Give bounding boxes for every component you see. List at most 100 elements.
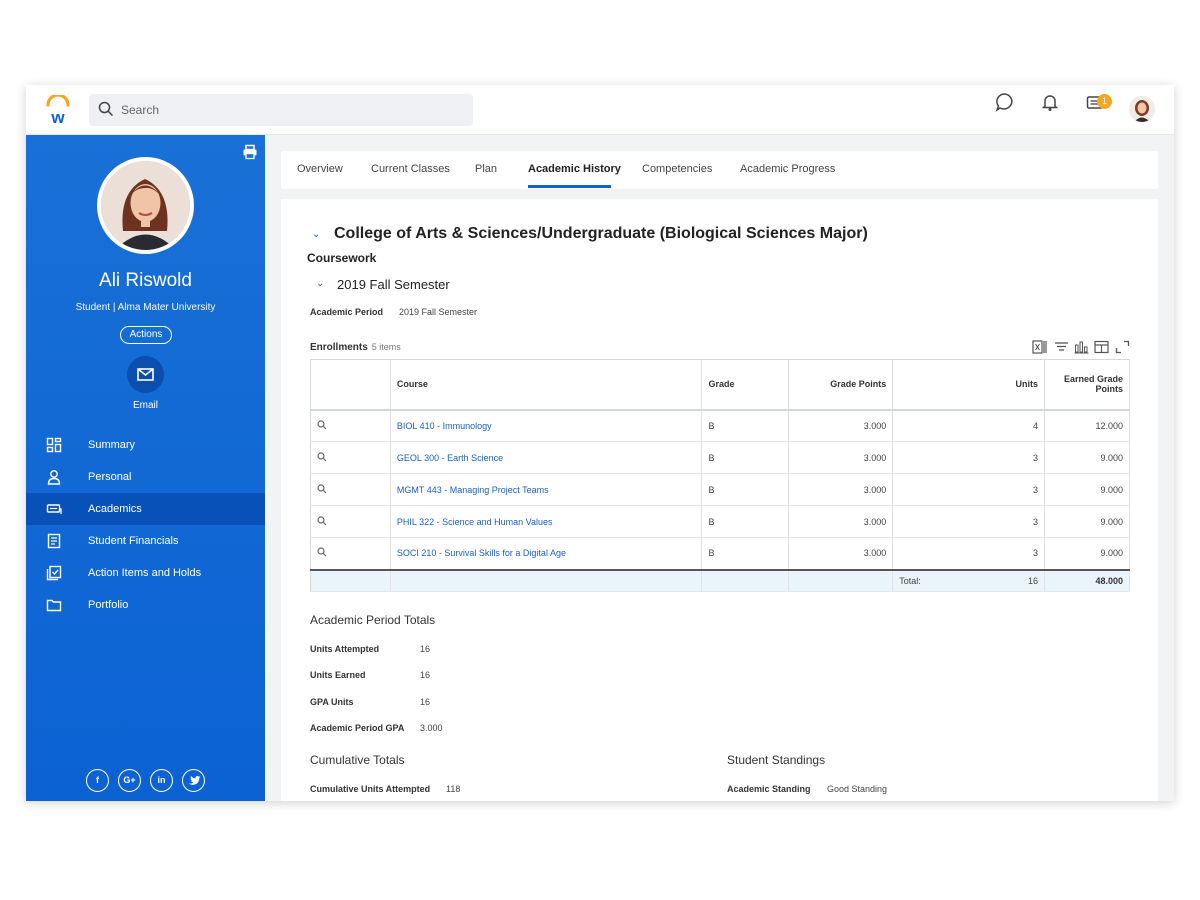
- empty-cell: [390, 568, 703, 592]
- grade-points-cell: 3.000: [788, 473, 894, 506]
- magnifier-icon[interactable]: [317, 547, 327, 557]
- chevron-down-icon[interactable]: ⌄: [316, 278, 324, 289]
- actions-button[interactable]: Actions: [120, 326, 172, 344]
- academic-standing-label: Academic Standing: [727, 784, 811, 794]
- sidebar-item-label: Summary: [88, 439, 136, 451]
- sidebar-item-label: Academics: [88, 503, 142, 515]
- course-link[interactable]: MGMT 443 - Managing Project Teams: [390, 473, 703, 506]
- print-icon[interactable]: [242, 144, 258, 160]
- units-cell: 3: [892, 537, 1046, 570]
- tab-current-classes[interactable]: Current Classes: [371, 163, 450, 175]
- facebook-icon[interactable]: f: [86, 769, 109, 792]
- tab-bar: Overview Current Classes Plan Academic H…: [281, 151, 1158, 189]
- academic-history-panel: ⌄ College of Arts & Sciences/Undergradua…: [281, 199, 1158, 801]
- cumulative-units-label: Cumulative Units Attempted: [310, 784, 431, 794]
- profile-sidebar: Ali Riswold Student | Alma Mater Univers…: [26, 135, 265, 801]
- earned-grade-points-cell: 9.000: [1044, 473, 1130, 506]
- magnifier-icon[interactable]: [317, 515, 327, 526]
- student-standings-heading: Student Standings: [727, 753, 826, 767]
- units-cell: 3: [892, 441, 1046, 474]
- user-avatar[interactable]: [1129, 96, 1155, 122]
- sidebar-item-summary[interactable]: Summary: [26, 429, 265, 461]
- tab-academic-progress[interactable]: Academic Progress: [740, 163, 835, 175]
- academic-period-label: Academic Period: [310, 307, 384, 317]
- app-window: w Search 1 Ali Riswold Student | Alma Ma…: [26, 85, 1174, 801]
- table-row: BIOL 410 - Immunology B 3.000 4 12.000: [310, 409, 1130, 442]
- grade-points-cell: 3.000: [788, 409, 894, 442]
- course-link[interactable]: PHIL 322 - Science and Human Values: [390, 505, 703, 538]
- sidebar-item-label: Portfolio: [88, 599, 129, 611]
- column-header-earned-grade-points[interactable]: Earned Grade Points: [1044, 359, 1130, 411]
- svg-text:w: w: [50, 108, 65, 125]
- sidebar-item-student-financials[interactable]: Student Financials: [26, 525, 265, 557]
- course-link[interactable]: BIOL 410 - Immunology: [390, 409, 703, 442]
- earned-grade-points-cell: 9.000: [1044, 505, 1130, 538]
- chat-icon[interactable]: [994, 91, 1016, 113]
- tab-academic-history[interactable]: Academic History: [528, 163, 621, 175]
- filter-icon[interactable]: [1054, 340, 1069, 354]
- sidebar-item-portfolio[interactable]: Portfolio: [26, 589, 265, 621]
- tab-plan[interactable]: Plan: [475, 163, 497, 175]
- column-header-grade-points[interactable]: Grade Points: [788, 359, 894, 411]
- top-bar: w Search 1: [26, 85, 1174, 135]
- units-cell: 3: [892, 505, 1046, 538]
- student-name: Ali Riswold: [99, 270, 192, 291]
- email-button[interactable]: [127, 356, 164, 393]
- sidebar-item-label: Action Items and Holds: [88, 567, 202, 579]
- table-row: GEOL 300 - Earth Science B 3.000 3 9.000: [310, 441, 1130, 474]
- column-header-course[interactable]: Course: [390, 359, 703, 411]
- expand-icon[interactable]: [1115, 340, 1130, 354]
- dashboard-icon: [46, 437, 62, 453]
- column-header-grade[interactable]: Grade: [701, 359, 790, 411]
- google-plus-icon[interactable]: G+: [118, 769, 141, 792]
- inbox-badge: 1: [1097, 94, 1112, 109]
- export-excel-icon[interactable]: [1032, 340, 1047, 354]
- course-link[interactable]: SOCI 210 - Survival Skills for a Digital…: [390, 537, 703, 570]
- period-gpa-label: Academic Period GPA: [310, 723, 405, 733]
- earned-grade-points-cell: 9.000: [1044, 441, 1130, 474]
- workday-logo[interactable]: w: [44, 93, 72, 127]
- table-row: MGMT 443 - Managing Project Teams B 3.00…: [310, 473, 1130, 506]
- chart-icon[interactable]: [1074, 340, 1089, 354]
- row-search-cell[interactable]: [310, 473, 391, 506]
- table-row: SOCI 210 - Survival Skills for a Digital…: [310, 537, 1130, 570]
- student-subtitle: Student | Alma Mater University: [75, 302, 216, 313]
- row-search-cell[interactable]: [310, 441, 391, 474]
- sidebar-item-personal[interactable]: Personal: [26, 461, 265, 493]
- enrollments-count: 5 items: [371, 342, 401, 352]
- sidebar-item-academics[interactable]: Academics: [26, 493, 265, 525]
- email-label: Email: [132, 400, 158, 411]
- column-header-units[interactable]: Units: [892, 359, 1046, 411]
- tab-competencies[interactable]: Competencies: [642, 163, 712, 175]
- magnifier-icon[interactable]: [317, 451, 327, 462]
- linkedin-icon[interactable]: in: [150, 769, 173, 792]
- course-link[interactable]: GEOL 300 - Earth Science: [390, 441, 703, 474]
- profile-photo: [97, 157, 194, 254]
- row-search-cell[interactable]: [310, 537, 391, 570]
- row-search-cell[interactable]: [310, 409, 391, 442]
- grade-points-cell: 3.000: [788, 505, 894, 538]
- bell-icon[interactable]: [1039, 91, 1061, 113]
- magnifier-icon[interactable]: [317, 420, 327, 430]
- chevron-down-icon[interactable]: ⌄: [312, 229, 320, 240]
- coursework-heading: Coursework: [307, 251, 377, 265]
- row-search-cell[interactable]: [310, 505, 391, 538]
- total-label: Total:: [899, 575, 921, 586]
- academic-period-value: 2019 Fall Semester: [399, 307, 478, 317]
- search-input[interactable]: Search: [89, 94, 473, 126]
- tab-overview[interactable]: Overview: [297, 163, 343, 175]
- empty-cell: [788, 568, 894, 592]
- units-attempted-label: Units Attempted: [310, 644, 380, 654]
- total-earned-cell: 48.000: [1044, 568, 1130, 592]
- magnifier-icon[interactable]: [317, 483, 327, 494]
- sidebar-item-action-items[interactable]: Action Items and Holds: [26, 557, 265, 589]
- search-icon: [98, 101, 114, 117]
- table-row: PHIL 322 - Science and Human Values B 3.…: [310, 505, 1130, 538]
- envelope-icon: [137, 368, 154, 381]
- grade-points-cell: 3.000: [788, 441, 894, 474]
- units-attempted-value: 16: [420, 644, 431, 654]
- units-cell: 4: [892, 409, 1046, 442]
- twitter-icon[interactable]: [182, 769, 205, 792]
- grade-cell: B: [701, 505, 790, 538]
- columns-icon[interactable]: [1094, 340, 1109, 354]
